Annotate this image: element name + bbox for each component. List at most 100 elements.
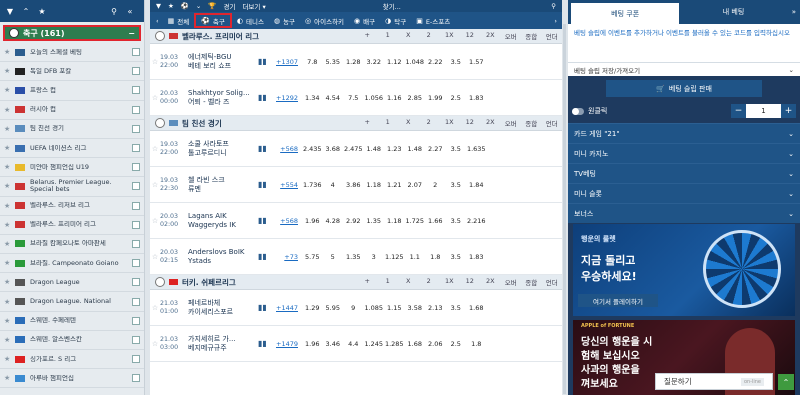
double-chevron-right-icon[interactable]: » bbox=[788, 0, 800, 24]
league-item[interactable]: ★ 스웨덴. 알스벤스칸 bbox=[0, 331, 144, 350]
star-icon[interactable]: ★ bbox=[4, 144, 12, 152]
odds-cell[interactable]: 2.07 bbox=[405, 181, 426, 189]
odds-cell[interactable]: 7.5 bbox=[343, 94, 364, 102]
trophy-icon[interactable]: 🏆 bbox=[208, 2, 216, 10]
odds-cell[interactable]: 2.92 bbox=[343, 217, 364, 225]
star-icon[interactable]: ☆ bbox=[150, 58, 160, 66]
odds-cell[interactable]: 1.8 bbox=[466, 340, 487, 348]
statistics-icon[interactable]: ▮▮ bbox=[258, 216, 274, 225]
football-icon[interactable]: ⚽ bbox=[181, 2, 189, 10]
odds-cell[interactable]: 1.15 bbox=[384, 304, 405, 312]
league-item[interactable]: ★ 브라질 캄페오나토 아마판세 bbox=[0, 235, 144, 255]
tab-bet-coupon[interactable]: 베팅 쿠폰 bbox=[571, 3, 680, 24]
odds-cell[interactable]: 1.84 bbox=[466, 181, 487, 189]
tab-basketball[interactable]: ◍ 농구 bbox=[269, 13, 300, 28]
odds-cell[interactable]: 1.18 bbox=[364, 181, 385, 189]
chevron-left-icon[interactable]: ‹ bbox=[152, 17, 163, 25]
star-icon[interactable]: ☆ bbox=[150, 94, 160, 102]
odds-cell[interactable]: 7.8 bbox=[302, 58, 323, 66]
promo-section[interactable]: 미니 슬롯 ⌄ bbox=[568, 183, 800, 203]
match-teams[interactable]: Lagans AIK Waggeryds IK bbox=[188, 212, 258, 230]
odds-cell[interactable]: 2.5 bbox=[446, 94, 467, 102]
checkbox[interactable] bbox=[132, 239, 140, 248]
odds-cell[interactable]: 1.18 bbox=[384, 217, 405, 225]
match-teams[interactable]: 페네르바체 카이세리스포르 bbox=[188, 299, 258, 317]
checkbox[interactable] bbox=[132, 48, 140, 57]
star-icon[interactable]: ☆ bbox=[150, 304, 160, 312]
star-icon[interactable]: ★ bbox=[4, 86, 12, 94]
statistics-icon[interactable]: ▮▮ bbox=[258, 144, 274, 153]
league-item[interactable]: ★ 벨라루스. 리저브 리그 bbox=[0, 197, 144, 216]
one-click-toggle[interactable] bbox=[572, 107, 584, 115]
odds-cell[interactable]: 1.28 bbox=[343, 58, 364, 66]
odds-cell[interactable]: 1.68 bbox=[405, 340, 426, 348]
odds-cell[interactable]: 1.8 bbox=[425, 253, 446, 261]
increment-button[interactable]: + bbox=[781, 104, 796, 118]
league-item[interactable]: ★ 싱가포르. S 리그 bbox=[0, 350, 144, 370]
odds-cell[interactable]: 2 bbox=[425, 181, 446, 189]
match-teams[interactable]: Anderslovs BoIK Ystads bbox=[188, 248, 258, 266]
odds-cell[interactable]: 3.46 bbox=[323, 340, 344, 348]
odds-cell[interactable]: 1.725 bbox=[405, 217, 426, 225]
odds-cell[interactable]: 1.34 bbox=[302, 94, 323, 102]
odds-cell[interactable]: 4 bbox=[323, 181, 344, 189]
promo-section[interactable]: 카드 게임 "21" ⌄ bbox=[568, 123, 800, 143]
star-icon[interactable]: ★ bbox=[4, 202, 12, 210]
tab-my-bets[interactable]: 내 베팅 bbox=[679, 0, 787, 24]
odds-cell[interactable]: 1.16 bbox=[384, 94, 405, 102]
odds-cell[interactable]: 3.22 bbox=[364, 58, 385, 66]
search-icon[interactable]: ⚲ bbox=[108, 5, 120, 17]
promo-section[interactable]: TV베팅 ⌄ bbox=[568, 163, 800, 183]
roulette-promo-banner[interactable]: 행운의 룰렛 지금 돌리고 우승하세요! 여기서 플레이하기 bbox=[573, 224, 795, 316]
star-icon[interactable]: ★ bbox=[4, 106, 12, 114]
tab-pingpong[interactable]: ◑ 탁구 bbox=[380, 13, 411, 28]
star-icon[interactable]: ★ bbox=[4, 221, 12, 229]
odds-cell[interactable]: 2.216 bbox=[466, 217, 487, 225]
tab-volleyball[interactable]: ◉ 배구 bbox=[349, 13, 380, 28]
odds-cell[interactable]: 1.21 bbox=[384, 181, 405, 189]
odds-cell[interactable]: 3.68 bbox=[323, 145, 344, 153]
checkbox[interactable] bbox=[132, 278, 140, 287]
checkbox[interactable] bbox=[132, 67, 140, 76]
star-icon[interactable]: ★ bbox=[4, 182, 12, 190]
match-teams[interactable]: 소쿨 사라토프 톨고루르디니 bbox=[188, 140, 258, 158]
odds-cell[interactable]: 1.1 bbox=[405, 253, 426, 261]
odds-cell[interactable]: 3.5 bbox=[446, 253, 467, 261]
odds-cell[interactable]: 9 bbox=[343, 304, 364, 312]
league-item[interactable]: ★ Dragon League. National bbox=[0, 292, 144, 312]
league-item[interactable]: ★ 스웨덴. 수페레텐 bbox=[0, 312, 144, 331]
star-icon[interactable]: ★ bbox=[4, 67, 12, 75]
star-icon[interactable]: ★ bbox=[4, 259, 12, 267]
odds-cell[interactable]: 2.85 bbox=[405, 94, 426, 102]
statistics-icon[interactable]: ▮▮ bbox=[258, 180, 274, 189]
chevron-down-icon[interactable]: ⌄ bbox=[196, 2, 201, 10]
scrollbar[interactable] bbox=[563, 24, 566, 394]
odds-cell[interactable]: 2.475 bbox=[343, 145, 364, 153]
odds-cell[interactable]: 1.83 bbox=[466, 94, 487, 102]
star-icon[interactable]: ★ bbox=[4, 240, 12, 248]
more-bets-link[interactable]: +554 bbox=[274, 181, 302, 189]
odds-cell[interactable]: 4.4 bbox=[343, 340, 364, 348]
match-teams[interactable]: Shakhtyor Solig... 어퇴 - 벨라 즈 bbox=[188, 89, 258, 107]
odds-cell[interactable]: 5.75 bbox=[302, 253, 323, 261]
odds-cell[interactable]: 1.085 bbox=[364, 304, 385, 312]
checkbox[interactable] bbox=[132, 86, 140, 95]
odds-cell[interactable]: 1.48 bbox=[364, 145, 385, 153]
star-icon[interactable]: ★ bbox=[4, 355, 12, 363]
odds-cell[interactable]: 1.83 bbox=[466, 253, 487, 261]
star-icon[interactable]: ☆ bbox=[150, 217, 160, 225]
league-item[interactable]: ★ 아루바 챔피언십 bbox=[0, 369, 144, 389]
statistics-icon[interactable]: ▮▮ bbox=[258, 93, 274, 102]
league-item[interactable]: ★ 미얀마 챔피언십 U19 bbox=[0, 158, 144, 178]
odds-cell[interactable]: 5.35 bbox=[323, 58, 344, 66]
tab-esports[interactable]: ▣ E-스포츠 bbox=[411, 13, 455, 28]
odds-cell[interactable]: 1.285 bbox=[384, 340, 405, 348]
more-bets-link[interactable]: +568 bbox=[274, 145, 302, 153]
checkbox[interactable] bbox=[132, 335, 140, 344]
more-bets-link[interactable]: +73 bbox=[274, 253, 302, 261]
league-item[interactable]: ★ Dragon League bbox=[0, 273, 144, 293]
odds-cell[interactable]: 3.58 bbox=[405, 304, 426, 312]
checkbox[interactable] bbox=[132, 316, 140, 325]
promo-section[interactable]: 보너스 ⌄ bbox=[568, 203, 800, 223]
checkbox[interactable] bbox=[132, 163, 140, 172]
